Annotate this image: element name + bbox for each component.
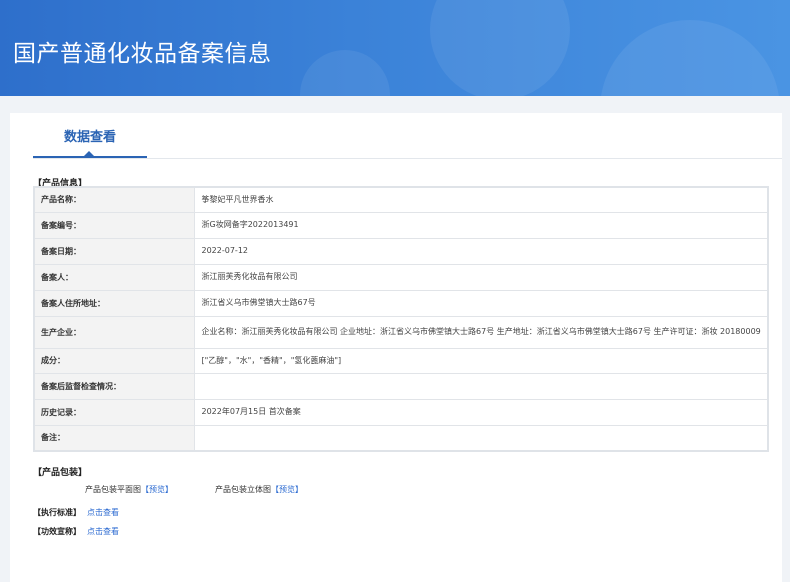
- efficacy-view-link[interactable]: 点击查看: [87, 527, 119, 536]
- table-row: 备案人： 浙江丽芙秀化妆品有限公司: [33, 263, 769, 291]
- standard-view-link[interactable]: 点击查看: [87, 508, 119, 517]
- header-decoration: [300, 50, 390, 96]
- efficacy-row: 【功效宣称】 点击查看: [33, 526, 119, 537]
- row-key: 备案人住所地址：: [33, 289, 195, 317]
- standard-row: 【执行标准】 点击查看: [33, 507, 119, 518]
- row-key: 产品名称：: [33, 186, 195, 213]
- row-key: 备案后监督检查情况：: [33, 372, 195, 400]
- row-value: 浙G妆网备字2022013491: [193, 211, 769, 239]
- row-key: 备案日期：: [33, 237, 195, 265]
- packaging-flat-preview-link[interactable]: 【预览】: [141, 485, 173, 494]
- table-row: 备案日期： 2022-07-12: [33, 237, 769, 265]
- table-row: 备案人住所地址： 浙江省义乌市佛堂镇大士路67号: [33, 289, 769, 317]
- page-header: 国产普通化妆品备案信息: [0, 0, 790, 96]
- row-value: 浙江丽芙秀化妆品有限公司: [193, 263, 769, 291]
- tab-divider: [33, 158, 782, 159]
- row-value: 企业名称：浙江丽芙秀化妆品有限公司 企业地址：浙江省义乌市佛堂镇大士路67号 生…: [193, 315, 769, 349]
- page-title: 国产普通化妆品备案信息: [13, 41, 272, 67]
- row-value: [193, 372, 769, 400]
- table-row: 生产企业： 企业名称：浙江丽芙秀化妆品有限公司 企业地址：浙江省义乌市佛堂镇大士…: [33, 315, 769, 349]
- row-value: 浙江省义乌市佛堂镇大士路67号: [193, 289, 769, 317]
- tab-caret-icon: [84, 151, 94, 156]
- row-value: [193, 424, 769, 452]
- row-key: 生产企业：: [33, 315, 195, 349]
- packaging-flat-item: 产品包装平面图【预览】: [85, 484, 173, 495]
- packaging-3d-item: 产品包装立体图【预览】: [215, 484, 303, 495]
- row-key: 备案编号：: [33, 211, 195, 239]
- header-decoration: [600, 20, 780, 96]
- packaging-heading: 【产品包装】: [33, 468, 88, 478]
- row-key: 历史记录：: [33, 398, 195, 426]
- table-row: 备注：: [33, 424, 769, 452]
- row-value: 2022-07-12: [193, 237, 769, 265]
- packaging-3d-label: 产品包装立体图: [215, 485, 271, 494]
- tab-bar: 数据查看: [10, 113, 782, 159]
- row-key: 备注：: [33, 424, 195, 452]
- header-decoration: [430, 0, 570, 96]
- content-card: 数据查看 【产品信息】 产品名称： 筝黎妃平凡世界香水 备案编号： 浙G妆网备字…: [10, 113, 782, 582]
- product-info-table: 产品名称： 筝黎妃平凡世界香水 备案编号： 浙G妆网备字2022013491 备…: [33, 186, 769, 452]
- row-key: 成分：: [33, 347, 195, 374]
- row-key: 备案人：: [33, 263, 195, 291]
- efficacy-label: 【功效宣称】: [33, 527, 81, 536]
- standard-label: 【执行标准】: [33, 508, 81, 517]
- row-value: ["乙醇"，"水"，"香精"，"氢化蓖麻油"]: [193, 347, 769, 374]
- table-row: 产品名称： 筝黎妃平凡世界香水: [33, 186, 769, 213]
- table-row: 历史记录： 2022年07月15日 首次备案: [33, 398, 769, 426]
- table-row: 成分： ["乙醇"，"水"，"香精"，"氢化蓖麻油"]: [33, 347, 769, 374]
- table-row: 备案编号： 浙G妆网备字2022013491: [33, 211, 769, 239]
- packaging-flat-label: 产品包装平面图: [85, 485, 141, 494]
- packaging-3d-preview-link[interactable]: 【预览】: [271, 485, 303, 494]
- table-row: 备案后监督检查情况：: [33, 372, 769, 400]
- row-value: 2022年07月15日 首次备案: [193, 398, 769, 426]
- row-value: 筝黎妃平凡世界香水: [193, 186, 769, 213]
